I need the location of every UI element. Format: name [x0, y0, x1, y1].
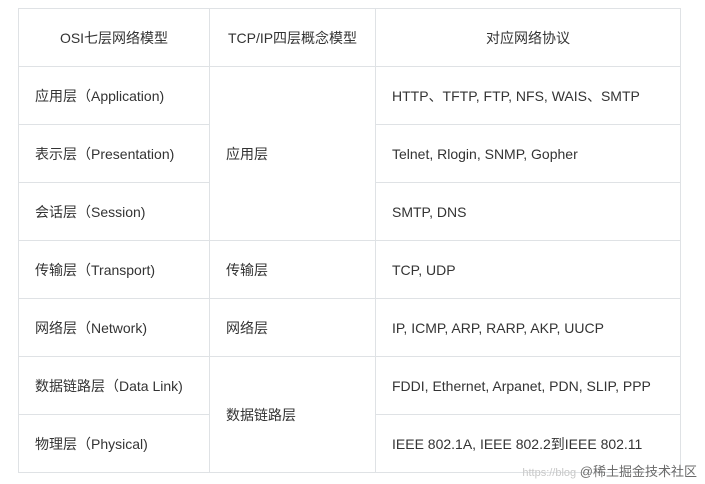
- page: OSI七层网络模型 TCP/IP四层概念模型 对应网络协议 应用层（Applic…: [0, 0, 705, 484]
- osi-layer-cell: 数据链路层（Data Link): [18, 356, 210, 415]
- tcpip-layer-cell: 数据链路层: [209, 356, 376, 473]
- header-tcpip: TCP/IP四层概念模型: [209, 8, 376, 67]
- tcpip-layer-cell: 传输层: [209, 240, 376, 299]
- tcpip-layer-cell: 网络层: [209, 298, 376, 357]
- protocol-cell: TCP, UDP: [375, 240, 681, 299]
- protocol-cell: SMTP, DNS: [375, 182, 681, 241]
- osi-layer-cell: 会话层（Session): [18, 182, 210, 241]
- protocol-cell: FDDI, Ethernet, Arpanet, PDN, SLIP, PPP: [375, 356, 681, 415]
- osi-layer-cell: 传输层（Transport): [18, 240, 210, 299]
- osi-tcpip-protocol-table: OSI七层网络模型 TCP/IP四层概念模型 对应网络协议 应用层（Applic…: [18, 8, 681, 473]
- osi-layer-cell: 应用层（Application): [18, 66, 210, 125]
- protocol-cell: HTTP、TFTP, FTP, NFS, WAIS、SMTP: [375, 66, 681, 125]
- watermark-brand: @稀土掘金技术社区: [579, 464, 697, 479]
- table-row: 传输层（Transport) 传输层 TCP, UDP: [18, 240, 681, 299]
- header-protocols: 对应网络协议: [375, 8, 681, 67]
- watermark: https://blog @稀土掘金技术社区: [522, 461, 697, 480]
- osi-layer-cell: 物理层（Physical): [18, 414, 210, 473]
- header-row: OSI七层网络模型 TCP/IP四层概念模型 对应网络协议: [18, 8, 681, 67]
- table-row: 网络层（Network) 网络层 IP, ICMP, ARP, RARP, AK…: [18, 298, 681, 357]
- tcpip-layer-cell: 应用层: [209, 66, 376, 241]
- osi-layer-cell: 表示层（Presentation): [18, 124, 210, 183]
- header-osi: OSI七层网络模型: [18, 8, 210, 67]
- protocol-cell: Telnet, Rlogin, SNMP, Gopher: [375, 124, 681, 183]
- protocol-cell: IP, ICMP, ARP, RARP, AKP, UUCP: [375, 298, 681, 357]
- watermark-url: https://blog: [522, 467, 577, 479]
- table-row: 数据链路层（Data Link) 数据链路层 FDDI, Ethernet, A…: [18, 356, 681, 473]
- osi-layer-cell: 网络层（Network): [18, 298, 210, 357]
- table-row: 应用层（Application) 应用层 HTTP、TFTP, FTP, NFS…: [18, 66, 681, 241]
